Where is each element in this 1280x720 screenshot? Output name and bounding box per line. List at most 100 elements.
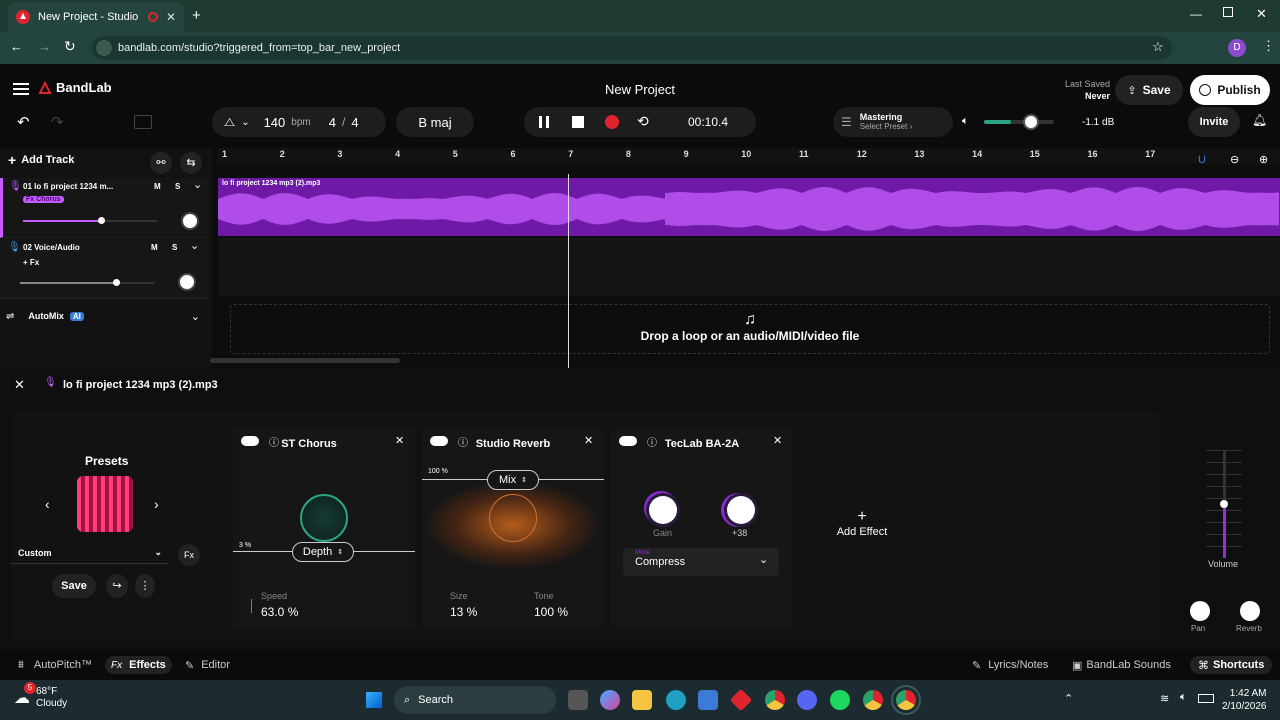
mastering-button[interactable]: ☰ Mastering Select Preset ›: [833, 107, 953, 137]
master-volume-knob[interactable]: [1022, 114, 1039, 130]
track-row[interactable]: 🎙︎ 02 Voice/Audio M S ⌄ + Fx: [0, 239, 208, 299]
bookmark-star-icon[interactable]: ☆: [1152, 39, 1164, 55]
tray-chevron-icon[interactable]: ⌃: [1064, 692, 1073, 705]
shortcuts-button[interactable]: ⌘ Shortcuts: [1190, 656, 1273, 674]
loop-icon[interactable]: ⟲: [637, 113, 649, 130]
record-icon[interactable]: [605, 115, 619, 129]
publish-button[interactable]: Publish: [1190, 75, 1270, 105]
browser-menu-icon[interactable]: ⋮: [1262, 38, 1275, 54]
pause-icon[interactable]: [539, 116, 549, 128]
file-explorer-icon[interactable]: [632, 690, 652, 710]
menu-icon[interactable]: [13, 83, 29, 95]
pan-knob[interactable]: [1190, 601, 1210, 621]
discord-icon[interactable]: [797, 690, 817, 710]
remove-effect-icon[interactable]: ✕: [395, 434, 404, 447]
reset-fx-icon[interactable]: Fx: [178, 544, 200, 566]
store-icon[interactable]: [698, 690, 718, 710]
speaker-icon[interactable]: 🔈︎: [962, 115, 969, 128]
mute-button[interactable]: M: [154, 182, 161, 191]
window-close-icon[interactable]: ✕: [1256, 6, 1267, 22]
tuning-icon[interactable]: ⚯: [150, 152, 172, 174]
undo-icon[interactable]: ↶: [17, 113, 30, 131]
volume-fader-knob[interactable]: [1220, 500, 1228, 508]
solo-button[interactable]: S: [175, 182, 180, 191]
tab-audio-icon[interactable]: [147, 12, 158, 22]
chrome-active-icon[interactable]: [891, 685, 921, 715]
chevron-down-icon[interactable]: ⌄: [193, 178, 202, 191]
reload-icon[interactable]: ↻: [64, 38, 76, 55]
zoom-in-icon[interactable]: ⊕: [1259, 153, 1268, 166]
track-row[interactable]: 🎙︎ 01 lo fi project 1234 m... M S ⌄ Fx C…: [0, 178, 208, 238]
volume-fader[interactable]: [1206, 450, 1242, 558]
add-fx-button[interactable]: + Fx: [23, 258, 39, 267]
size-value[interactable]: 13 %: [450, 605, 477, 619]
bpm-value[interactable]: 140: [264, 115, 286, 130]
minimize-icon[interactable]: —: [1190, 7, 1202, 21]
track-settings-icon[interactable]: ⇆: [180, 152, 202, 174]
remove-effect-icon[interactable]: ✕: [773, 434, 782, 447]
editor-tab[interactable]: ✎ Editor: [185, 656, 230, 674]
forward-icon[interactable]: →: [38, 39, 51, 54]
track-volume-slider[interactable]: [23, 217, 157, 224]
weather-widget[interactable]: ☁ 5 68°F Cloudy: [14, 682, 67, 710]
chrome-profile-icon[interactable]: [863, 690, 883, 710]
bandlab-logo[interactable]: BandLab: [38, 80, 112, 95]
lyrics-button[interactable]: ✎ Lyrics/Notes: [972, 656, 1048, 674]
url-field[interactable]: bandlab.com/studio?triggered_from=top_ba…: [92, 36, 1172, 60]
close-panel-icon[interactable]: ✕: [14, 377, 25, 393]
speed-slider-icon[interactable]: [251, 599, 252, 613]
master-volume-slider[interactable]: [984, 114, 1054, 130]
notification-bell-icon[interactable]: 🔔︎: [1252, 113, 1267, 127]
chevron-down-icon[interactable]: ⌄: [190, 239, 199, 252]
reverb-param-dropdown[interactable]: Mix ⇕: [487, 470, 539, 490]
chrome-icon[interactable]: [765, 690, 785, 710]
metronome-icon[interactable]: ⧍: [224, 115, 235, 130]
speed-value[interactable]: 63.0 %: [261, 605, 298, 619]
audio-clip[interactable]: lo fi project 1234 mp3 (2).mp3: [218, 178, 1280, 236]
task-view-icon[interactable]: [568, 690, 588, 710]
time-signature-denominator[interactable]: 4: [351, 115, 358, 130]
tab-close-icon[interactable]: ✕: [166, 10, 176, 24]
invite-button[interactable]: Invite: [1188, 107, 1240, 137]
horizontal-scrollbar[interactable]: [210, 358, 400, 363]
reverb-send-knob[interactable]: [1240, 601, 1260, 621]
gain-knob[interactable]: [649, 496, 677, 524]
maximize-icon[interactable]: [1223, 7, 1233, 17]
copilot-icon[interactable]: [600, 690, 620, 710]
preset-next-icon[interactable]: ›: [154, 496, 159, 512]
add-effect-button[interactable]: + Add Effect: [832, 508, 892, 538]
keyboard-icon[interactable]: [134, 115, 152, 129]
preset-dropdown[interactable]: Custom ⌄: [10, 542, 168, 564]
track-volume-slider[interactable]: [20, 279, 154, 286]
new-tab-icon[interactable]: +: [192, 7, 201, 24]
fx-chip[interactable]: Fx Chorus: [23, 196, 64, 203]
add-track-button[interactable]: + Add Track: [8, 152, 74, 168]
track-name[interactable]: 01 lo fi project 1234 m...: [23, 182, 133, 191]
track-volume-knob[interactable]: [97, 217, 105, 224]
bandlab-sounds-button[interactable]: ▣ BandLab Sounds: [1072, 656, 1171, 674]
redo-icon[interactable]: ↷: [51, 113, 64, 131]
site-info-icon[interactable]: [96, 40, 112, 56]
volume-tray-icon[interactable]: 🔈︎: [1180, 691, 1187, 704]
app-red-icon[interactable]: [729, 688, 753, 712]
time-display[interactable]: 00:10.4: [688, 115, 728, 129]
profile-avatar[interactable]: D: [1228, 39, 1246, 57]
stop-icon[interactable]: [572, 116, 584, 128]
tone-value[interactable]: 100 %: [534, 605, 568, 619]
drop-zone[interactable]: ♫ Drop a loop or an audio/MIDI/video fil…: [230, 304, 1270, 354]
key-selector[interactable]: B maj: [396, 107, 474, 137]
chevron-down-icon[interactable]: ⌄: [241, 117, 249, 128]
time-signature-numerator[interactable]: 4: [329, 115, 336, 130]
peak-reduction-knob[interactable]: [727, 496, 755, 524]
mute-button[interactable]: M: [151, 243, 158, 252]
preset-prev-icon[interactable]: ‹: [45, 496, 50, 512]
edge-icon[interactable]: [666, 690, 686, 710]
more-options-icon[interactable]: ⋮: [135, 574, 155, 598]
clock[interactable]: 1:42 AM 2/10/2026: [1222, 687, 1267, 713]
playhead[interactable]: [568, 174, 569, 368]
magnet-icon[interactable]: U: [1198, 154, 1206, 166]
effects-tab[interactable]: Fx Effects: [105, 656, 172, 674]
zoom-out-icon[interactable]: ⊖: [1230, 153, 1239, 166]
mode-dropdown[interactable]: Mode Compress ⌄: [623, 548, 779, 576]
timeline-ruler[interactable]: 1 2 3 4 5 6 7 8 9 10 11 12 13 14 15 16 17: [218, 148, 1280, 164]
